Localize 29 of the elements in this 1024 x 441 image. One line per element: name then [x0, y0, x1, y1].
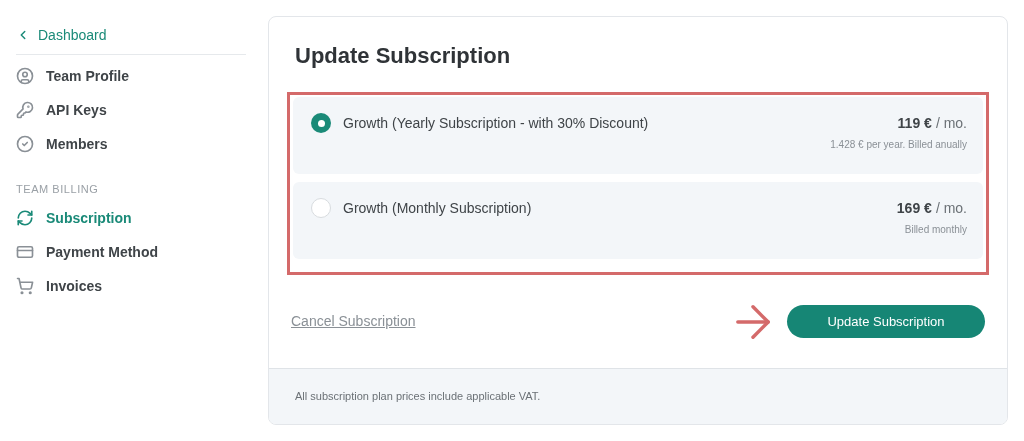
plan-note: 1.428 € per year. Billed anually: [830, 138, 967, 152]
footer-note: All subscription plan prices include applicable VAT.: [295, 389, 541, 405]
sidebar-item[interactable]: Payment Method: [16, 235, 246, 269]
credit-card-icon: [16, 243, 34, 261]
sidebar-item[interactable]: API Keys: [16, 93, 246, 127]
key-icon: [16, 101, 34, 119]
price-unit: / mo.: [935, 114, 967, 133]
sidebar-item[interactable]: Team Profile: [16, 59, 246, 93]
card-title: Update Subscription: [294, 42, 512, 70]
cart-icon: [16, 277, 34, 295]
sidebar-item[interactable]: Subscription: [16, 201, 246, 235]
sidebar-item[interactable]: Members: [16, 127, 246, 161]
plan-name: Growth (Yearly Subscription - with 30% Discount): [343, 114, 649, 133]
refresh-icon: [16, 209, 34, 227]
radio-button[interactable]: [311, 198, 331, 218]
radio-button[interactable]: [311, 113, 331, 133]
check-circle-icon: [16, 135, 34, 153]
plan-price: 119 €: [897, 114, 932, 133]
plan-option[interactable]: Growth (Monthly Subscription) 169 € / mo. Billed monthly: [293, 182, 983, 259]
plan-note: Billed monthly: [904, 223, 967, 237]
user-icon: [16, 67, 34, 85]
plan-option[interactable]: Growth (Yearly Subscription - with 30% Discount) 119 € / mo. 1.428 € per year. Billed anually: [293, 97, 983, 174]
plan-name: Growth (Monthly Subscription): [343, 199, 532, 218]
section-title: TEAM BILLING: [16, 181, 100, 197]
update-button[interactable]: Update Subscription: [787, 305, 985, 338]
back-link[interactable]: Dashboard: [16, 24, 246, 46]
sidebar-item[interactable]: Invoices: [16, 269, 246, 303]
plan-price: 169 €: [896, 199, 932, 218]
price-unit: / mo.: [935, 199, 967, 218]
